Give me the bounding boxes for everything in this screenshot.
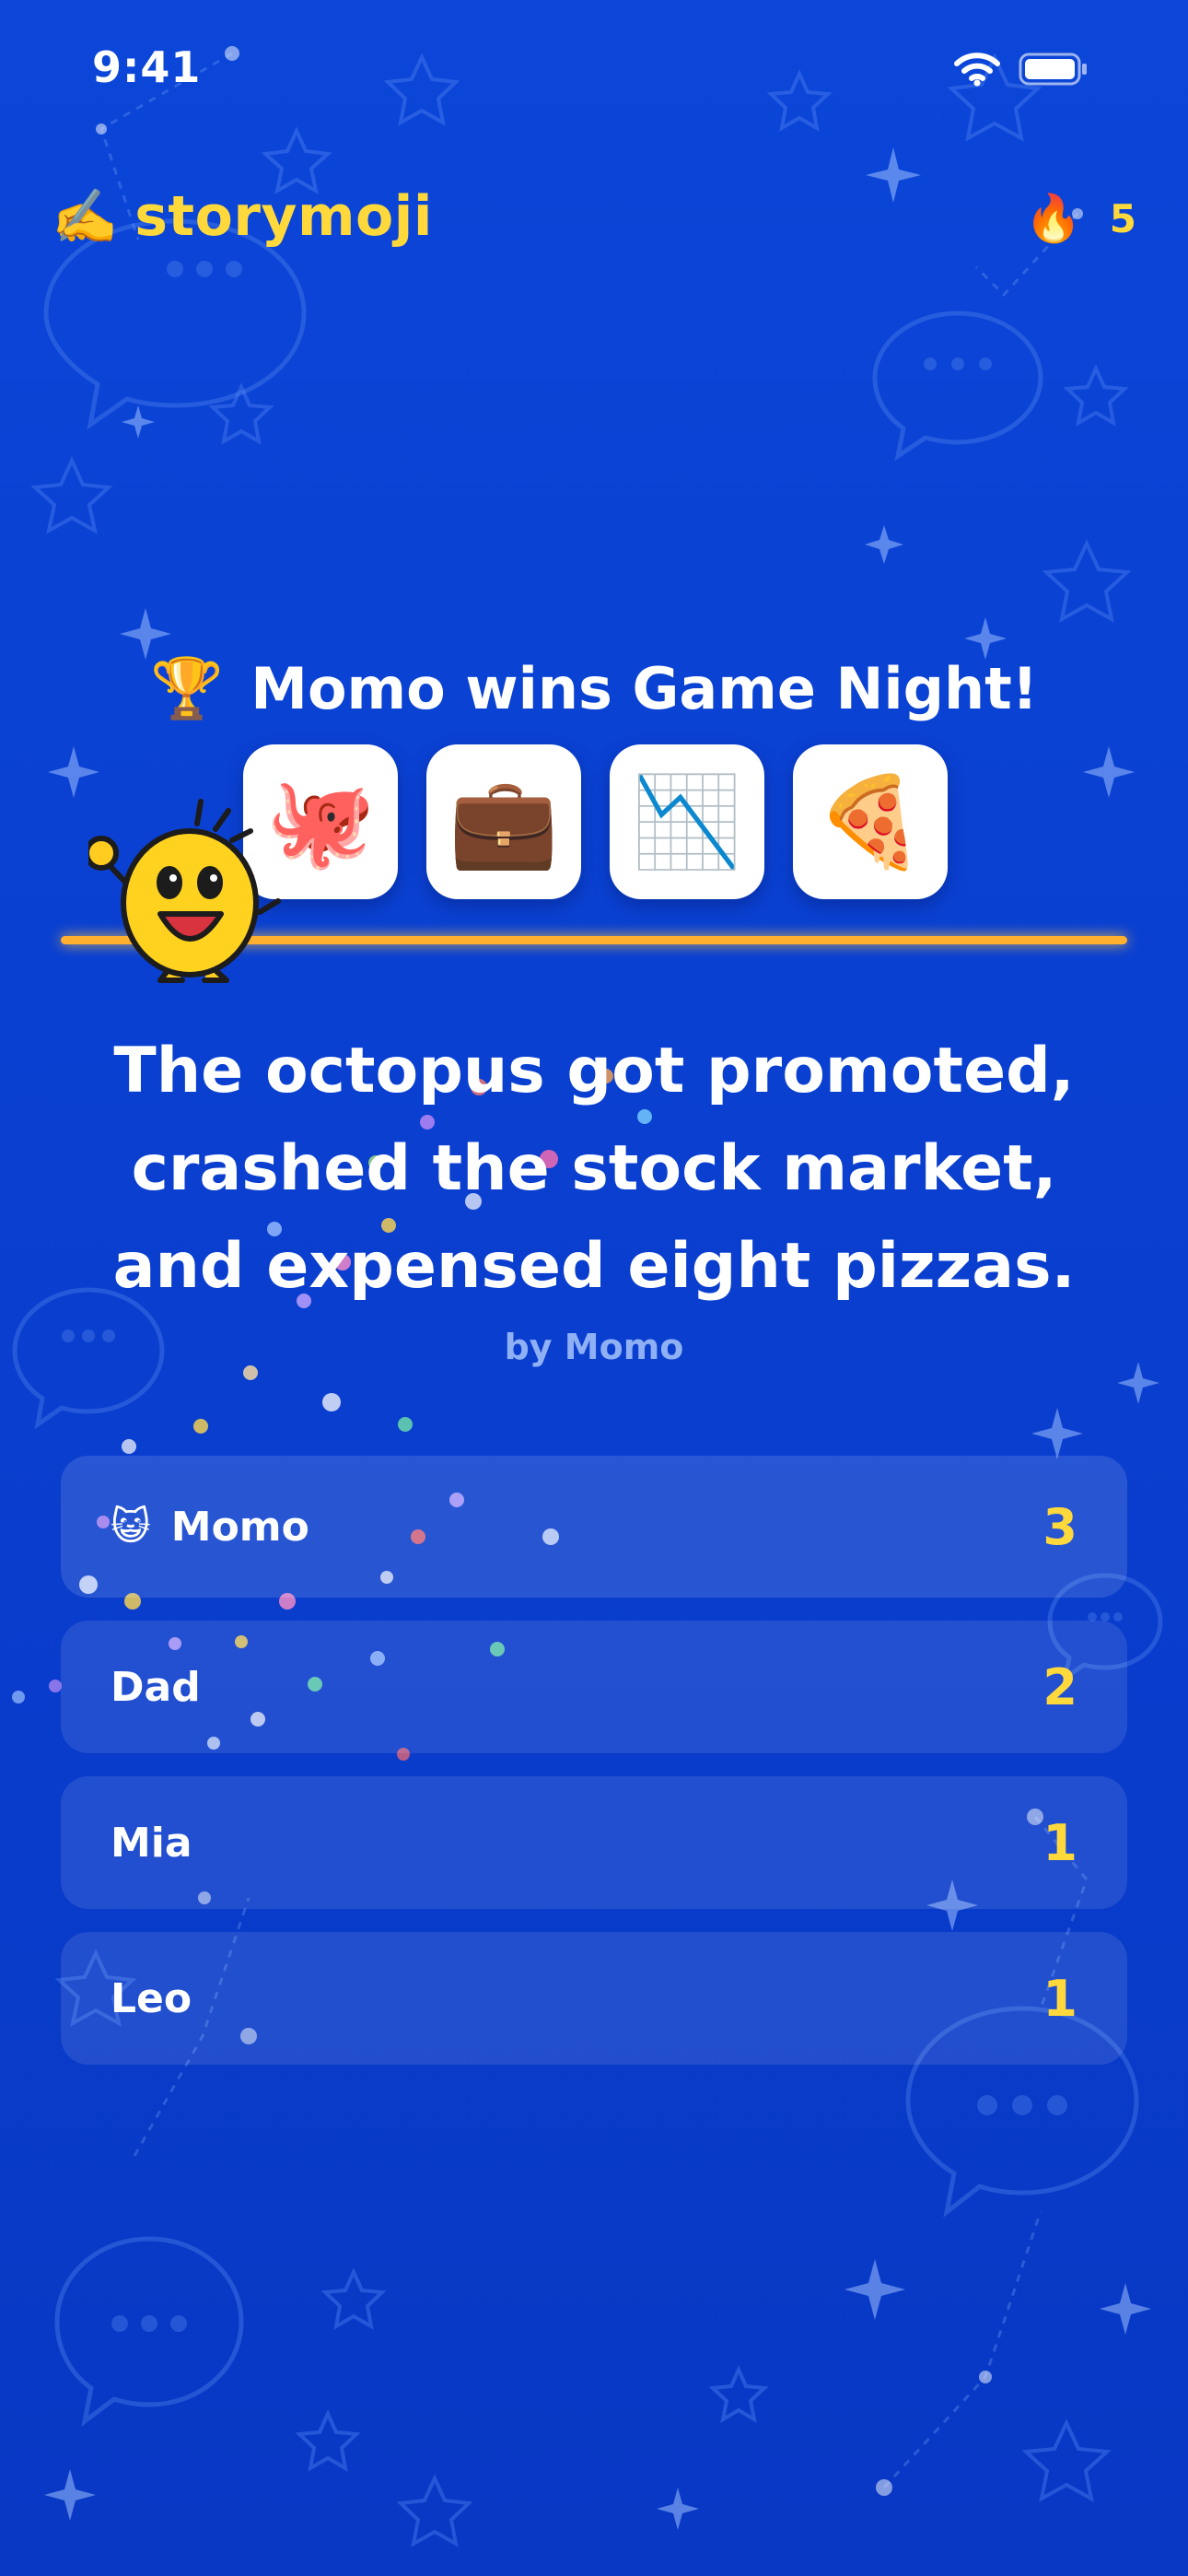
streak-counter[interactable]: 🔥 5 xyxy=(1025,195,1137,241)
player-score: 3 xyxy=(1042,1497,1077,1556)
emoji-sequence: 🐙 💼 📉 🍕 xyxy=(243,744,948,899)
trophy-icon: 🏆 xyxy=(149,655,224,723)
fire-icon: 🔥 xyxy=(1024,192,1082,245)
writing-hand-icon: ✍️ xyxy=(52,185,119,248)
story-text: The octopus got promoted, crashed the st… xyxy=(112,1035,1076,1303)
streak-count: 5 xyxy=(1109,195,1136,241)
player-info: Dad xyxy=(111,1621,201,1753)
player-score: 2 xyxy=(1042,1657,1077,1716)
player-info: Mia xyxy=(111,1776,192,1909)
scoreboard-row-mia: Mia 1 xyxy=(61,1776,1127,1909)
brand: ✍️ storymoji xyxy=(52,184,433,249)
emoji-tile-pizza: 🍕 xyxy=(793,744,948,899)
player-name: Mia xyxy=(111,1819,192,1867)
scoreboard-row-leo: Leo 1 xyxy=(61,1932,1127,2065)
story-author: by Momo xyxy=(504,1327,684,1367)
player-info: Leo xyxy=(111,1932,192,2065)
winner-title: 🏆 Momo wins Game Night! xyxy=(0,654,1188,723)
status-bar: 9:41 xyxy=(0,0,1188,138)
app-name: storymoji xyxy=(134,184,433,249)
player-info: 😺 Momo xyxy=(111,1456,309,1598)
battery-icon xyxy=(1019,52,1089,90)
cheering-mascot-icon xyxy=(84,783,282,986)
player-name: Momo xyxy=(170,1503,309,1551)
scoreboard-row-dad: Dad 2 xyxy=(61,1621,1127,1753)
winner-title-text: Momo wins Game Night! xyxy=(250,655,1039,722)
player-score: 1 xyxy=(1042,1969,1077,2028)
player-name: Leo xyxy=(111,1974,192,2022)
scoreboard-row-momo: 😺 Momo 3 xyxy=(61,1456,1127,1598)
app-header: ✍️ storymoji 🔥 5 xyxy=(52,184,1136,267)
cat-face-icon: 😺 xyxy=(111,1504,151,1549)
status-time: 9:41 xyxy=(92,42,202,92)
player-name: Dad xyxy=(111,1663,201,1711)
wifi-icon xyxy=(954,52,1000,90)
emoji-tile-briefcase: 💼 xyxy=(426,744,581,899)
player-score: 1 xyxy=(1042,1813,1077,1872)
status-icons xyxy=(954,52,1089,90)
scoreboard: 😺 Momo 3 Dad 2 Mia 1 Leo 1 xyxy=(61,1456,1127,2088)
chat-bubbles xyxy=(12,218,1163,2427)
emoji-tile-chart-decreasing: 📉 xyxy=(610,744,764,899)
